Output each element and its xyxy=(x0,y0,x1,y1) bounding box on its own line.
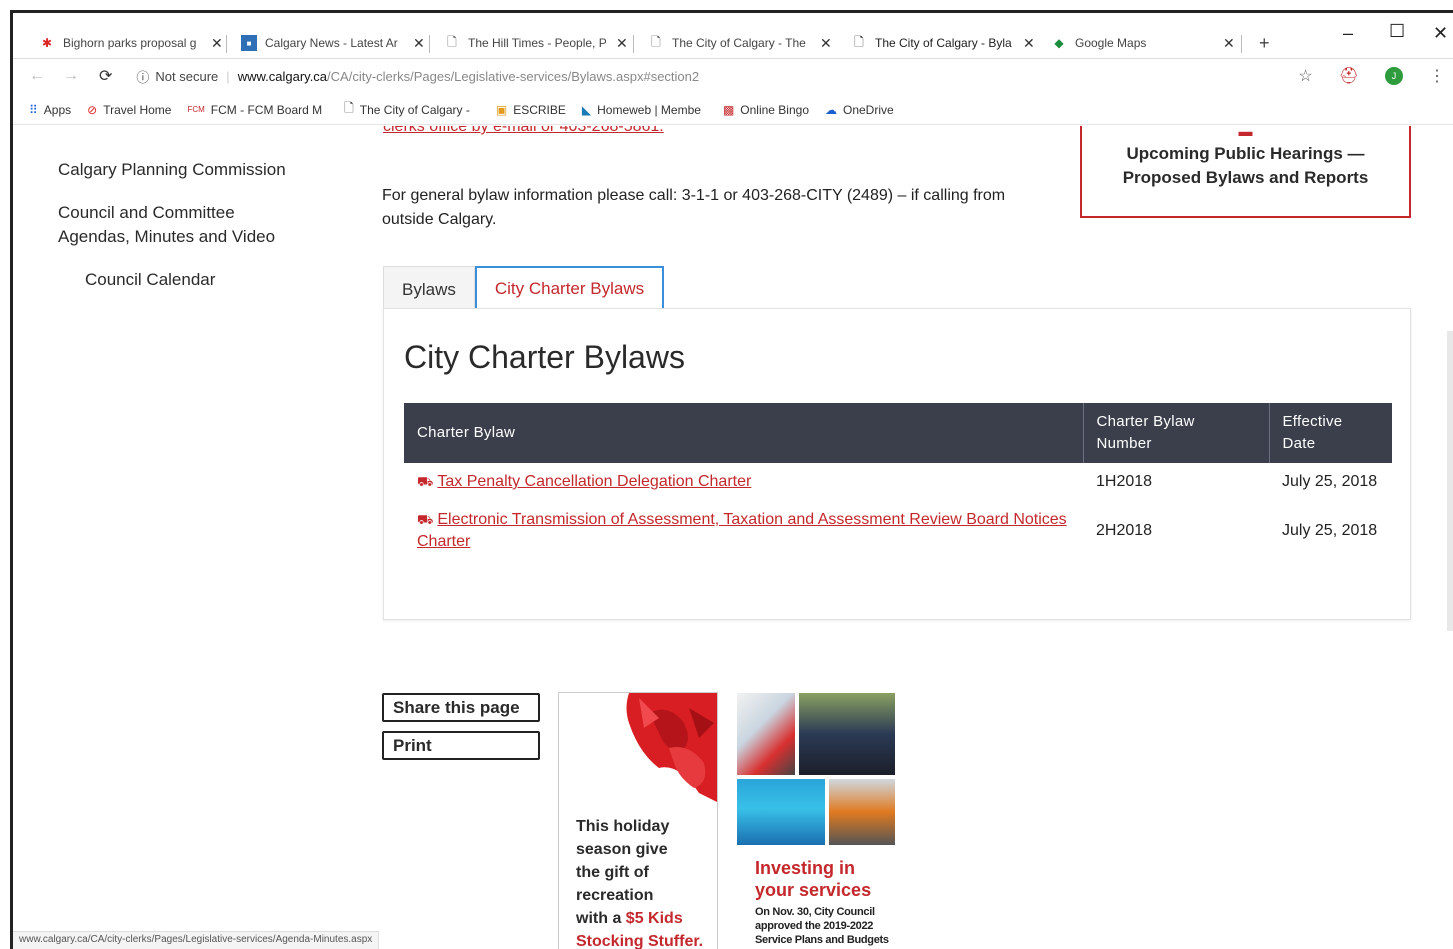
table-row: ⛟ Tax Penalty Cancellation Delegation Cha… xyxy=(404,463,1392,501)
browser-tab[interactable]: ◆ Google Maps ✕ xyxy=(1043,29,1235,57)
forward-icon[interactable]: → xyxy=(63,67,79,85)
gift-bow-image xyxy=(626,693,717,802)
promo2-subtitle: On Nov. 30, City Council approved the 20… xyxy=(755,906,889,946)
bookmarks-bar: ⠿ Apps ⊘ Travel Home FCM FCM - FCM Board M … xyxy=(13,95,1453,125)
bylaw-title-cell: ⛟ Electronic Transmission of Assessment, … xyxy=(404,501,1083,561)
table-row: ⛟ Electronic Transmission of Assessment, … xyxy=(404,501,1392,561)
reload-icon[interactable]: ⟳ xyxy=(99,66,112,86)
public-hearings-card[interactable]: ▬ Upcoming Public Hearings — Proposed By… xyxy=(1080,126,1411,218)
page-content: clerks office by e-mail or 403-268-5861.… xyxy=(13,126,1453,949)
browser-tab-active[interactable]: 🗋 The City of Calgary - Byla ✕ xyxy=(843,29,1035,57)
address-bar: ← → ⟳ ⓘ Not secure | www.calgary.ca/CA/c… xyxy=(29,66,1445,86)
effective-date-cell: July 25, 2018 xyxy=(1282,473,1378,490)
browser-tab[interactable]: ■ Calgary News - Latest Ar ✕ xyxy=(233,29,425,57)
share-page-button[interactable]: Share this page xyxy=(382,693,540,722)
promo1-text: This holiday season give the gift of rec… xyxy=(576,818,704,949)
star-icon[interactable]: ☆ xyxy=(1298,66,1312,86)
page-icon: 🗋 xyxy=(344,101,354,115)
bookmark-homeweb[interactable]: ◣ Homeweb | Membe xyxy=(582,103,701,117)
minimize-icon[interactable]: – xyxy=(1343,23,1353,44)
cloud-icon: ☁ xyxy=(825,102,837,117)
hearing-icon: ▬ xyxy=(1238,126,1253,139)
info-icon[interactable]: ⓘ xyxy=(136,67,149,86)
close-window-icon[interactable]: ✕ xyxy=(1433,23,1448,44)
browser-tab[interactable]: 🗋 The City of Calgary - The ✕ xyxy=(640,29,832,57)
roadwork-photo xyxy=(829,779,895,845)
bookmark-onedrive[interactable]: ☁ OneDrive xyxy=(825,103,894,117)
pdf-icon: ⛟ xyxy=(417,474,434,489)
page-icon: 🗋 xyxy=(447,34,457,49)
scroll-thumb[interactable] xyxy=(1447,331,1453,631)
avatar[interactable]: J xyxy=(1385,67,1403,85)
news-icon: ■ xyxy=(241,35,257,51)
bookmark-calgary[interactable]: 🗋 The City of Calgary - xyxy=(344,99,470,120)
swimming-photo xyxy=(737,779,825,845)
bylaw-link[interactable]: Tax Penalty Cancellation Delegation Char… xyxy=(437,473,751,490)
bylaw-tabs: Bylaws City Charter Bylaws xyxy=(383,266,665,312)
nav-planning-commission[interactable]: Calgary Planning Commission xyxy=(58,158,338,182)
contact-clerks-link[interactable]: clerks office by e-mail or 403-268-5861. xyxy=(383,126,664,136)
extension-icon[interactable]: ⛑ xyxy=(1339,66,1359,86)
scrollbar[interactable] xyxy=(1445,126,1453,949)
homeweb-icon: ◣ xyxy=(581,102,592,117)
bookmark-apps[interactable]: ⠿ Apps xyxy=(29,103,71,117)
nav-council-agendas[interactable]: Council and Committee Agendas, Minutes a… xyxy=(58,201,338,249)
firefighters-photo xyxy=(799,693,895,775)
table-header-row: Charter Bylaw Charter Bylaw Number Effec… xyxy=(404,403,1392,463)
maps-icon: ◆ xyxy=(1054,36,1064,50)
general-info-text: For general bylaw information please cal… xyxy=(382,187,1006,228)
tab-strip: ✱ Bighorn parks proposal g ✕ ■ Calgary N… xyxy=(13,13,1453,59)
bylaw-title-cell: ⛟ Tax Penalty Cancellation Delegation Cha… xyxy=(404,463,1083,501)
investing-in-services-promo[interactable]: Investing in your services On Nov. 30, C… xyxy=(737,693,897,949)
bookmark-fcm[interactable]: FCM FCM - FCM Board M xyxy=(187,103,322,117)
charter-bylaws-table: Charter Bylaw Charter Bylaw Number Effec… xyxy=(404,403,1392,561)
menu-icon[interactable]: ⋮ xyxy=(1429,66,1445,86)
browser-tab[interactable]: 🗋 The Hill Times - People, P ✕ xyxy=(436,29,628,57)
bookmark-bingo[interactable]: ▩ Online Bingo xyxy=(723,103,809,117)
nav-council-calendar[interactable]: Council Calendar xyxy=(85,268,335,292)
close-tab-icon[interactable]: ✕ xyxy=(413,35,425,52)
close-tab-icon[interactable]: ✕ xyxy=(616,35,628,52)
bookmark-escribe[interactable]: ▣ ESCRIBE xyxy=(496,103,566,117)
tab-bylaws[interactable]: Bylaws xyxy=(383,266,475,312)
bingo-icon: ▩ xyxy=(722,102,735,117)
charter-bylaws-panel: City Charter Bylaws Charter Bylaw Charte… xyxy=(383,308,1411,620)
bylaw-number-cell: 1H2018 xyxy=(1096,473,1153,490)
close-tab-icon[interactable]: ✕ xyxy=(211,35,223,52)
header-charter-bylaw: Charter Bylaw xyxy=(404,403,1083,463)
fcm-icon: FCM xyxy=(187,105,205,114)
print-button[interactable]: Print xyxy=(382,731,540,760)
paramedic-photo xyxy=(737,693,795,775)
bylaw-link[interactable]: Electronic Transmission of Assessment, T… xyxy=(417,511,1067,550)
close-tab-icon[interactable]: ✕ xyxy=(820,35,832,52)
not-secure-label: Not secure xyxy=(155,68,219,84)
page-icon: 🗋 xyxy=(651,34,661,49)
bookmark-travel[interactable]: ⊘ Travel Home xyxy=(87,103,171,117)
tab-city-charter-bylaws[interactable]: City Charter Bylaws xyxy=(474,266,665,312)
maximize-icon[interactable]: ☐ xyxy=(1389,21,1405,42)
maple-leaf-icon: ✱ xyxy=(41,36,53,50)
promo2-title: Investing in your services xyxy=(755,858,872,900)
close-tab-icon[interactable]: ✕ xyxy=(1023,35,1035,52)
panel-title: City Charter Bylaws xyxy=(404,339,685,375)
url-field[interactable]: www.calgary.ca/CA/city-clerks/Pages/Legi… xyxy=(238,69,699,84)
back-icon[interactable]: ← xyxy=(29,67,45,85)
escribe-icon: ▣ xyxy=(495,102,508,117)
effective-date-cell: July 25, 2018 xyxy=(1282,522,1378,539)
browser-window: ✱ Bighorn parks proposal g ✕ ■ Calgary N… xyxy=(10,10,1453,949)
close-tab-icon[interactable]: ✕ xyxy=(1223,35,1235,52)
new-tab-button[interactable]: + xyxy=(1251,29,1270,57)
travel-icon: ⊘ xyxy=(87,102,98,117)
page-icon: 🗋 xyxy=(854,34,864,49)
status-bar-url: www.calgary.ca/CA/city-clerks/Pages/Legi… xyxy=(13,931,380,949)
header-effective-date: Effective Date xyxy=(1268,403,1392,463)
browser-tab[interactable]: ✱ Bighorn parks proposal g ✕ xyxy=(31,29,223,57)
apps-grid-icon: ⠿ xyxy=(29,102,38,117)
header-bylaw-number: Charter Bylaw Number xyxy=(1082,403,1269,463)
pdf-icon: ⛟ xyxy=(417,512,434,527)
kids-stocking-stuffer-promo[interactable]: This holiday season give the gift of rec… xyxy=(558,692,718,949)
bylaw-number-cell: 2H2018 xyxy=(1096,522,1153,539)
